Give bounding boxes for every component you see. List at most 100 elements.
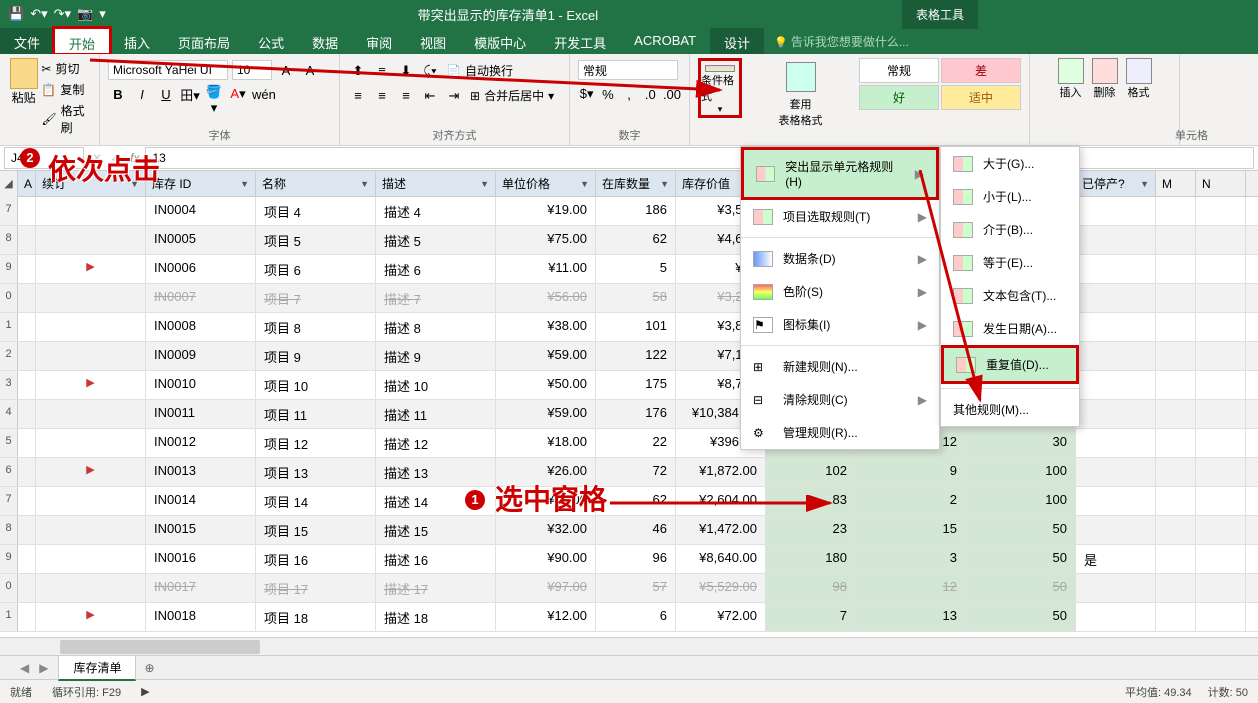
tab-design[interactable]: 设计: [710, 28, 764, 54]
increase-decimal-icon[interactable]: .0: [642, 84, 659, 104]
col-qty[interactable]: 在库数量▼: [596, 171, 676, 196]
table-row[interactable]: 6 ▶ IN0013 项目 13 描述 13 ¥26.00 72 ¥1,872.…: [0, 458, 1258, 487]
submenu-duplicate-values[interactable]: 重复值(D)...: [941, 345, 1079, 384]
tab-view[interactable]: 视图: [406, 28, 460, 54]
fx-icon[interactable]: fx: [124, 151, 145, 165]
menu-data-bars[interactable]: 数据条(D)▶: [741, 242, 939, 275]
cell-style-bad[interactable]: 差: [941, 58, 1021, 83]
tab-acrobat[interactable]: ACROBAT: [620, 28, 710, 54]
menu-highlight-rules[interactable]: 突出显示单元格规则(H)▶: [741, 147, 939, 200]
row-header[interactable]: 0: [0, 284, 18, 312]
filter-icon[interactable]: ▼: [130, 179, 139, 189]
orientation-icon[interactable]: ⤹▾: [420, 61, 440, 81]
filter-icon[interactable]: ▼: [480, 179, 489, 189]
italic-button[interactable]: I: [132, 84, 152, 104]
align-bottom-icon[interactable]: ⬇: [396, 61, 416, 81]
tab-layout[interactable]: 页面布局: [164, 28, 244, 54]
format-as-table-button[interactable]: 套用 表格格式: [779, 58, 823, 128]
currency-icon[interactable]: $▾: [578, 84, 595, 104]
save-icon[interactable]: 💾: [8, 6, 24, 22]
col-name[interactable]: 名称▼: [256, 171, 376, 196]
row-header[interactable]: 7: [0, 197, 18, 225]
row-header[interactable]: 3: [0, 371, 18, 399]
cancel-formula-icon[interactable]: ✕: [88, 151, 106, 165]
qat-more-icon[interactable]: ▾: [99, 6, 106, 22]
menu-color-scales[interactable]: 色阶(S)▶: [741, 275, 939, 308]
comma-icon[interactable]: ,: [620, 84, 637, 104]
name-box[interactable]: [4, 147, 84, 169]
delete-cells-button[interactable]: 删除: [1092, 58, 1118, 143]
table-row[interactable]: 8 IN0015 项目 15 描述 15 ¥32.00 46 ¥1,472.00…: [0, 516, 1258, 545]
wrap-text-button[interactable]: 📄 自动换行: [444, 60, 515, 81]
submenu-date-occurring[interactable]: 发生日期(A)...: [941, 312, 1079, 345]
row-header[interactable]: 8: [0, 516, 18, 544]
insert-cells-button[interactable]: 插入: [1058, 58, 1084, 143]
formula-input[interactable]: [145, 147, 1254, 169]
status-record-icon[interactable]: ▶: [141, 685, 149, 698]
table-row[interactable]: 5 IN0012 项目 12 描述 12 ¥18.00 22 ¥396.00 3…: [0, 429, 1258, 458]
tab-home[interactable]: 开始: [52, 26, 112, 56]
format-painter-button[interactable]: 🖌 格式刷: [39, 100, 91, 138]
tab-formula[interactable]: 公式: [244, 28, 298, 54]
border-button[interactable]: 田▾: [180, 84, 200, 104]
tab-template[interactable]: 模版中心: [460, 28, 540, 54]
decrease-decimal-icon[interactable]: .00: [663, 84, 681, 104]
percent-icon[interactable]: %: [599, 84, 616, 104]
submenu-greater-than[interactable]: 大于(G)...: [941, 147, 1079, 180]
row-header[interactable]: 1: [0, 313, 18, 341]
cell-style-neutral[interactable]: 适中: [941, 85, 1021, 110]
copy-button[interactable]: 📋 复制: [39, 79, 91, 100]
cell-style-good[interactable]: 好: [859, 85, 939, 110]
tab-data[interactable]: 数据: [298, 28, 352, 54]
filter-icon[interactable]: ▼: [240, 179, 249, 189]
row-header[interactable]: 5: [0, 429, 18, 457]
font-color-button[interactable]: A▾: [228, 84, 248, 104]
align-middle-icon[interactable]: ≡: [372, 61, 392, 81]
horizontal-scrollbar[interactable]: [0, 637, 1258, 655]
row-header[interactable]: 9: [0, 545, 18, 573]
menu-manage-rules[interactable]: ⚙管理规则(R)...: [741, 416, 939, 449]
increase-font-icon[interactable]: A: [276, 60, 296, 80]
submenu-less-than[interactable]: 小于(L)...: [941, 180, 1079, 213]
align-center-icon[interactable]: ≡: [372, 86, 392, 106]
col-reorder[interactable]: 续订▼: [36, 171, 146, 196]
fill-color-button[interactable]: 🪣▾: [204, 84, 224, 104]
col-desc[interactable]: 描述▼: [376, 171, 496, 196]
align-top-icon[interactable]: ⬆: [348, 61, 368, 81]
merge-center-button[interactable]: ⊞ 合并后居中▾: [468, 85, 556, 106]
enter-formula-icon[interactable]: ✓: [106, 151, 124, 165]
conditional-format-button[interactable]: 条件格式▾: [698, 58, 742, 118]
row-header[interactable]: 2: [0, 342, 18, 370]
row-header[interactable]: 0: [0, 574, 18, 602]
submenu-more-rules[interactable]: 其他规则(M)...: [941, 393, 1079, 426]
submenu-between[interactable]: 介于(B)...: [941, 213, 1079, 246]
sheet-nav-prev[interactable]: ◀: [20, 661, 29, 675]
row-header[interactable]: 7: [0, 487, 18, 515]
tab-review[interactable]: 审阅: [352, 28, 406, 54]
increase-indent-icon[interactable]: ⇥: [444, 86, 464, 106]
cell-style-normal[interactable]: 常规: [859, 58, 939, 83]
undo-icon[interactable]: ↶▾: [30, 6, 47, 22]
row-header[interactable]: 4: [0, 400, 18, 428]
align-left-icon[interactable]: ≡: [348, 86, 368, 106]
paste-button[interactable]: 粘贴: [8, 58, 39, 106]
menu-icon-sets[interactable]: ⚑图标集(I)▶: [741, 308, 939, 341]
camera-icon[interactable]: 📷: [77, 6, 93, 22]
font-name-select[interactable]: [108, 60, 228, 80]
row-header[interactable]: 8: [0, 226, 18, 254]
table-row[interactable]: 0 IN0017 项目 17 描述 17 ¥97.00 57 ¥5,529.00…: [0, 574, 1258, 603]
decrease-indent-icon[interactable]: ⇤: [420, 86, 440, 106]
table-row[interactable]: 9 IN0016 项目 16 描述 16 ¥90.00 96 ¥8,640.00…: [0, 545, 1258, 574]
col-stopped[interactable]: 已停产?▼: [1076, 171, 1156, 196]
select-all-corner[interactable]: ◢: [0, 171, 18, 197]
col-id[interactable]: 库存 ID▼: [146, 171, 256, 196]
menu-new-rule[interactable]: ⊞新建规则(N)...: [741, 350, 939, 383]
filter-icon[interactable]: ▼: [660, 179, 669, 189]
row-header[interactable]: 1: [0, 603, 18, 631]
align-right-icon[interactable]: ≡: [396, 86, 416, 106]
submenu-text-contains[interactable]: 文本包含(T)...: [941, 279, 1079, 312]
tab-file[interactable]: 文件: [0, 28, 54, 54]
tab-insert[interactable]: 插入: [110, 28, 164, 54]
phonetic-button[interactable]: wén: [252, 84, 272, 104]
table-row[interactable]: 1 ▶ IN0018 项目 18 描述 18 ¥12.00 6 ¥72.00 7…: [0, 603, 1258, 632]
